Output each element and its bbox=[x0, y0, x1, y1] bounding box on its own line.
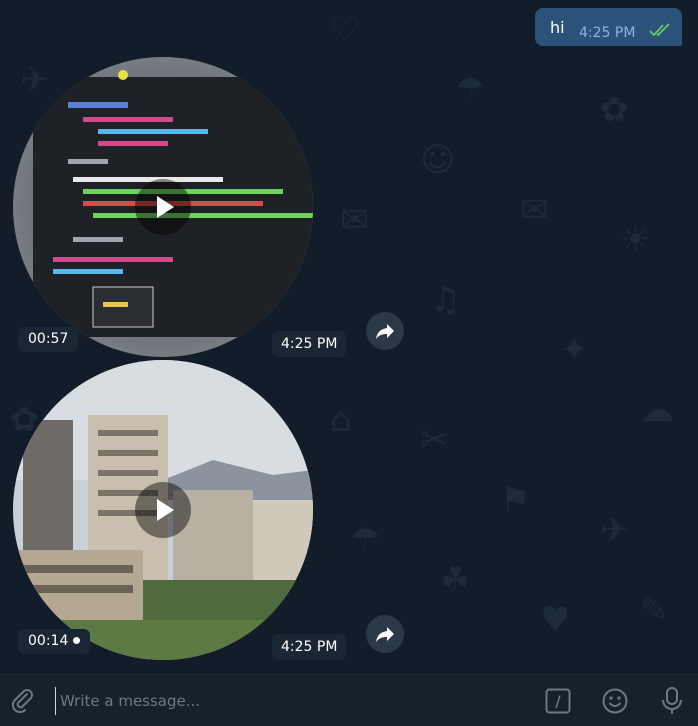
play-icon[interactable] bbox=[135, 179, 191, 235]
slash-command-icon: / bbox=[545, 688, 571, 714]
message-time: 4:25 PM bbox=[579, 25, 636, 41]
svg-text:/: / bbox=[555, 693, 561, 711]
video-duration: 00:57 bbox=[18, 327, 79, 352]
play-icon[interactable] bbox=[135, 482, 191, 538]
bot-commands-button[interactable]: / bbox=[545, 688, 571, 714]
forward-icon bbox=[376, 627, 394, 642]
message-time: 4:25 PM bbox=[272, 634, 347, 660]
message-composer: / bbox=[0, 672, 698, 726]
forward-icon bbox=[376, 324, 394, 339]
video-duration: 00:14 bbox=[18, 629, 91, 654]
forward-button[interactable] bbox=[366, 312, 404, 350]
unread-dot-icon bbox=[73, 637, 81, 644]
chat-area: ✈ ♡ ☂ ✿ ☺ ✉ ☀ ♫ ✦ ☁ ✂ ⚑ ✈ ☘ ♥ ✎ ⌂ ☂ ✿ ✉ … bbox=[0, 0, 698, 672]
double-check-icon bbox=[649, 22, 671, 41]
message-input[interactable] bbox=[55, 687, 532, 715]
round-video-message[interactable] bbox=[13, 360, 313, 660]
paperclip-icon[interactable] bbox=[10, 687, 36, 717]
message-time: 4:25 PM bbox=[272, 331, 347, 357]
microphone-icon[interactable] bbox=[659, 686, 685, 720]
forward-button[interactable] bbox=[366, 615, 404, 653]
round-video-message[interactable] bbox=[13, 57, 313, 357]
outgoing-message-bubble[interactable]: hi 4:25 PM bbox=[535, 8, 682, 46]
emoji-icon[interactable] bbox=[601, 687, 629, 719]
message-text: hi bbox=[550, 18, 565, 37]
